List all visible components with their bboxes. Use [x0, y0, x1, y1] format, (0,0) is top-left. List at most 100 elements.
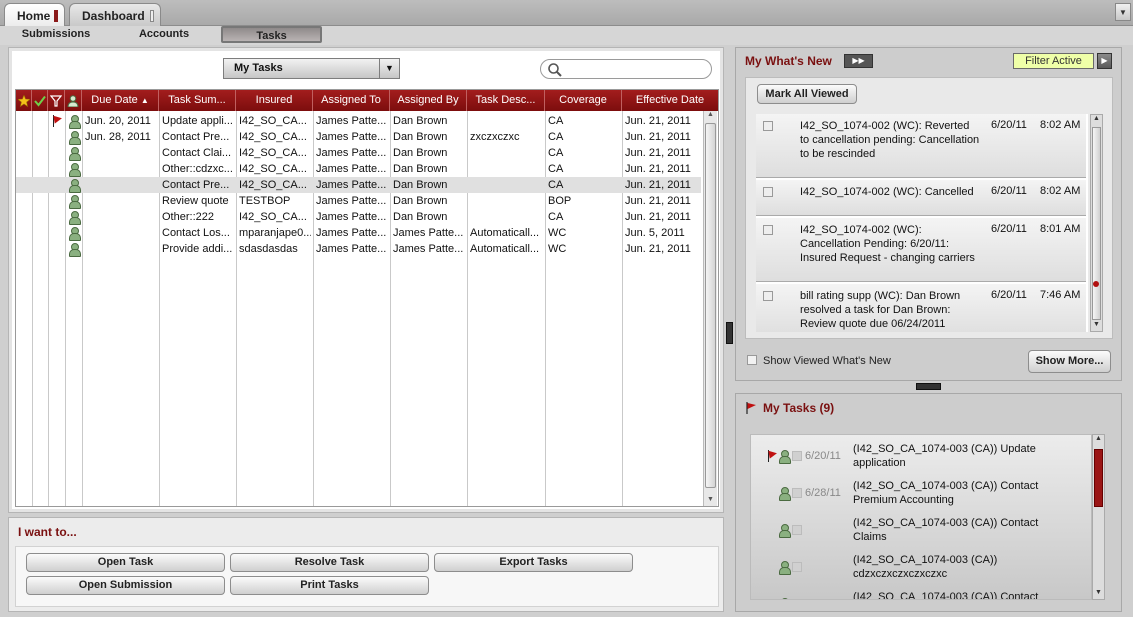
table-row[interactable]: Contact Pre... I42_SO_CA... James Patte...…	[16, 177, 701, 193]
cell-coverage: WC	[548, 243, 567, 255]
task-grid-scrollbar[interactable]: ▲ ▼	[703, 111, 717, 506]
open-task-button[interactable]: Open Task	[26, 553, 225, 572]
column-header-due-date[interactable]: Due Date ▲	[82, 90, 159, 111]
sub-tab-bar: Submissions Accounts Tasks	[0, 26, 1133, 45]
search-icon	[548, 63, 562, 77]
column-header-task-summary[interactable]: Task Sum...	[159, 90, 236, 111]
scroll-marker-icon	[1093, 281, 1099, 287]
table-row[interactable]: Provide addi... sdasdasdas James Patte... J…	[16, 241, 701, 257]
table-row[interactable]: Jun. 28, 2011 Contact Pre... I42_SO_CA... J…	[16, 129, 701, 145]
tab-dashboard[interactable]: Dashboard	[69, 3, 161, 26]
whats-new-item-time: 8:02 AM	[1040, 119, 1081, 131]
scroll-thumb[interactable]	[1092, 127, 1101, 320]
tab-close-icon[interactable]	[150, 10, 154, 22]
person-icon	[69, 131, 81, 145]
chevron-down-icon[interactable]: ▼	[379, 59, 399, 78]
person-icon	[779, 487, 791, 501]
table-row[interactable]: Other::222 I42_SO_CA... James Patte... Dan …	[16, 209, 701, 225]
show-viewed-checkbox[interactable]: Show Viewed What's New	[747, 355, 891, 367]
tab-close-icon[interactable]	[54, 10, 58, 22]
scroll-down-icon[interactable]: ▼	[1093, 589, 1104, 599]
star-column-header[interactable]	[16, 90, 32, 111]
cell-assigned-to: James Patte...	[316, 179, 387, 191]
whats-new-item[interactable]: I42_SO_1074-002 (WC): Cancelled 6/20/11 8:…	[756, 180, 1086, 216]
item-checkbox[interactable]	[763, 225, 773, 235]
cell-effective-date: Jun. 21, 2011	[625, 179, 691, 191]
whats-new-item-date: 6/20/11	[991, 289, 1027, 301]
my-tasks-scrollbar[interactable]: ▲ ▼	[1092, 434, 1105, 600]
cell-due-date: Jun. 28, 2011	[85, 131, 151, 143]
fast-forward-icon[interactable]: ▶▶	[844, 54, 873, 68]
cell-coverage: CA	[548, 179, 564, 191]
person-icon	[69, 115, 81, 129]
column-header-due-date-label: Due Date	[91, 94, 138, 106]
table-row[interactable]: Jun. 20, 2011 Update appli... I42_SO_CA...…	[16, 113, 701, 129]
tab-home[interactable]: Home	[4, 3, 65, 26]
scroll-up-icon[interactable]: ▲	[705, 111, 716, 121]
item-checkbox[interactable]	[763, 121, 773, 131]
my-tasks-panel: My Tasks (9) 6/20/11 (I42_SO_CA_1074-003 …	[735, 393, 1122, 612]
column-header-insured[interactable]: Insured	[236, 90, 313, 111]
cell-assigned-to: James Patte...	[316, 227, 387, 239]
flag-icon	[52, 115, 62, 127]
whats-new-item[interactable]: I42_SO_1074-002 (WC): Cancellation Pendi…	[756, 218, 1086, 282]
column-header-assigned-by[interactable]: Assigned By	[390, 90, 467, 111]
cell-task-summary: Contact Los...	[162, 227, 230, 239]
cell-insured: mparanjape0...	[239, 227, 311, 239]
open-submission-button[interactable]: Open Submission	[26, 576, 225, 595]
whats-new-scrollbar[interactable]: ▲ ▼	[1090, 114, 1103, 332]
star-icon	[16, 94, 31, 108]
task-view-select[interactable]: My Tasks ▼	[223, 58, 400, 79]
scroll-up-icon[interactable]: ▲	[1093, 435, 1104, 445]
whats-new-item[interactable]: I42_SO_1074-002 (WC): Reverted to cancel…	[756, 114, 1086, 178]
checkbox-icon[interactable]	[747, 355, 757, 365]
scroll-up-icon[interactable]: ▲	[1091, 115, 1102, 125]
mark-all-viewed-button[interactable]: Mark All Viewed	[757, 84, 857, 104]
tab-menu-chevron-down-icon[interactable]: ▼	[1115, 3, 1131, 21]
table-row[interactable]: Contact Los... mparanjape0... James Patte.…	[16, 225, 701, 241]
cell-coverage: BOP	[548, 195, 572, 207]
whats-new-panel: My What's New ▶▶ Filter Active ▶ Mark Al…	[735, 47, 1122, 381]
scroll-thumb[interactable]	[1094, 449, 1103, 507]
column-header-task-description[interactable]: Task Desc...	[467, 90, 545, 111]
horizontal-splitter-handle[interactable]	[916, 383, 941, 390]
column-header-effective-date[interactable]: Effective Date	[622, 90, 718, 111]
cell-task-summary: Other::222	[162, 211, 214, 223]
cell-task-summary: Contact Pre...	[162, 131, 230, 143]
task-text: (I42_SO_CA_1074-003 (CA)) Contact Claims	[853, 517, 1039, 543]
task-search-input[interactable]	[540, 59, 712, 79]
cell-task-description: zxczxczxc	[470, 131, 520, 143]
check-column-header[interactable]	[32, 90, 48, 111]
whats-new-item[interactable]: bill rating supp (WC): Dan Brown resolve…	[756, 284, 1086, 332]
cell-assigned-to: James Patte...	[316, 195, 387, 207]
vertical-splitter-handle[interactable]	[726, 322, 733, 344]
table-row[interactable]: Contact Clai... I42_SO_CA... James Patte..…	[16, 145, 701, 161]
item-checkbox[interactable]	[763, 187, 773, 197]
show-more-button[interactable]: Show More...	[1028, 350, 1111, 373]
assignee-column-header[interactable]	[65, 90, 82, 111]
list-item[interactable]: (I42_SO_CA_1074-003 (CA)) Contact Claims	[751, 512, 1091, 549]
table-row[interactable]: Review quote TESTBOP James Patte... Dan Bro…	[16, 193, 701, 209]
scroll-down-icon[interactable]: ▼	[705, 496, 716, 506]
tab-submissions[interactable]: Submissions	[10, 26, 102, 43]
list-item[interactable]: (I42_SO_CA_1074-003 (CA)) cdzxczxczxczxc…	[751, 549, 1091, 586]
whats-new-item-text: I42_SO_1074-002 (WC): Reverted to cancel…	[800, 120, 980, 160]
flag-column-header[interactable]	[48, 90, 65, 111]
table-row[interactable]: Other::cdzxc... I42_SO_CA... James Patte..…	[16, 161, 701, 177]
resolve-task-button[interactable]: Resolve Task	[230, 553, 429, 572]
cell-effective-date: Jun. 21, 2011	[625, 211, 691, 223]
export-tasks-button[interactable]: Export Tasks	[434, 553, 633, 572]
list-item[interactable]: 6/28/11 (I42_SO_CA_1074-003 (CA)) Contact…	[751, 475, 1091, 512]
tab-tasks[interactable]: Tasks	[221, 26, 322, 43]
filter-expand-arrow-icon[interactable]: ▶	[1097, 53, 1112, 69]
filter-active-badge[interactable]: Filter Active	[1013, 53, 1094, 69]
list-item[interactable]: (I42_SO_CA_1074-003 (CA)) Contact	[751, 586, 1091, 599]
tab-accounts[interactable]: Accounts	[124, 26, 204, 43]
column-header-coverage[interactable]: Coverage	[545, 90, 622, 111]
print-tasks-button[interactable]: Print Tasks	[230, 576, 429, 595]
list-item[interactable]: 6/20/11 (I42_SO_CA_1074-003 (CA)) Update …	[751, 438, 1091, 475]
scroll-down-icon[interactable]: ▼	[1091, 321, 1102, 331]
column-header-assigned-to[interactable]: Assigned To	[313, 90, 390, 111]
item-checkbox[interactable]	[763, 291, 773, 301]
scroll-thumb[interactable]	[705, 123, 716, 488]
